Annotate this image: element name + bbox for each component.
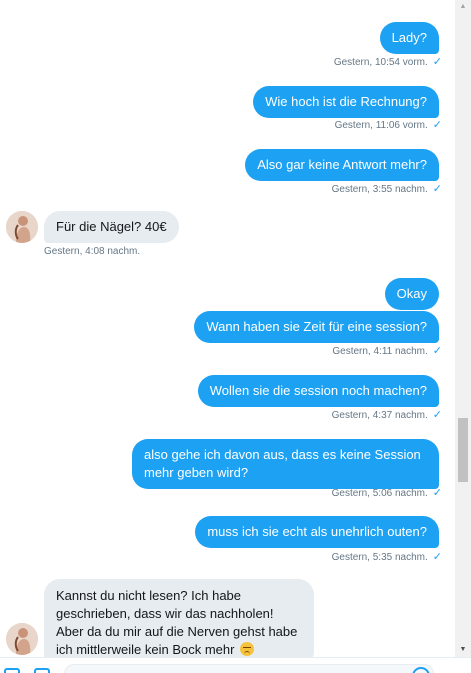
- sent-message[interactable]: Also gar keine Antwort mehr?: [245, 149, 439, 181]
- media-icon[interactable]: [4, 668, 20, 673]
- read-check-icon: ✓: [432, 345, 442, 357]
- timestamp-text: Gestern, 4:37 nachm.: [331, 410, 428, 421]
- conversation-panel[interactable]: Lady? Gestern, 10:54 vorm. ✓ Wie hoch ist…: [0, 0, 455, 657]
- timestamp-text: Gestern, 5:06 nachm.: [331, 488, 428, 499]
- contact-avatar[interactable]: [6, 211, 38, 243]
- sent-message[interactable]: Wann haben sie Zeit für eine session?: [194, 311, 439, 343]
- sent-message[interactable]: Okay: [384, 278, 439, 310]
- timestamp-text: Gestern, 4:11 nachm.: [332, 346, 428, 357]
- sent-message[interactable]: Wie hoch ist die Rechnung?: [253, 86, 439, 118]
- contact-avatar[interactable]: [6, 623, 38, 655]
- read-check-icon: ✓: [432, 487, 442, 499]
- received-message[interactable]: Kannst du nicht lesen? Ich habe geschrie…: [44, 579, 314, 657]
- sent-message[interactable]: also gehe ich davon aus, dass es keine S…: [132, 439, 439, 489]
- message-timestamp: Gestern, 4:37 nachm. ✓: [332, 408, 442, 421]
- read-check-icon: ✓: [432, 56, 442, 68]
- message-timestamp: Gestern, 5:35 nachm. ✓: [332, 550, 442, 563]
- scroll-up-icon[interactable]: ▲: [455, 0, 471, 14]
- message-timestamp: Gestern, 10:54 vorm. ✓: [334, 55, 442, 68]
- received-message[interactable]: Für die Nägel? 40€: [44, 211, 179, 243]
- message-input[interactable]: [64, 664, 434, 673]
- read-check-icon: ✓: [432, 551, 442, 563]
- timestamp-text: Gestern, 10:54 vorm.: [333, 57, 428, 68]
- read-check-icon: ✓: [432, 119, 442, 131]
- message-composer: [0, 657, 471, 673]
- read-check-icon: ✓: [432, 409, 442, 421]
- scrollbar-thumb[interactable]: [458, 418, 468, 482]
- read-check-icon: ✓: [432, 183, 442, 195]
- message-timestamp: Gestern, 3:55 nachm. ✓: [332, 182, 442, 195]
- message-timestamp: Gestern, 11:06 vorm. ✓: [335, 118, 442, 131]
- message-timestamp: Gestern, 4:08 nachm.: [44, 246, 141, 257]
- timestamp-text: Gestern, 11:06 vorm.: [334, 120, 428, 131]
- message-timestamp: Gestern, 4:11 nachm. ✓: [332, 344, 442, 357]
- sent-message[interactable]: Lady?: [379, 22, 439, 54]
- angry-face-icon: [240, 642, 255, 656]
- scroll-down-icon[interactable]: ▼: [455, 643, 471, 657]
- gif-icon[interactable]: [34, 668, 50, 673]
- received-message-text: Kannst du nicht lesen? Ich habe geschrie…: [56, 588, 298, 657]
- message-timestamp: Gestern, 5:06 nachm. ✓: [332, 486, 442, 499]
- sent-message[interactable]: Wollen sie die session noch machen?: [197, 375, 439, 407]
- sent-message[interactable]: muss ich sie echt als unehrlich outen?: [195, 516, 439, 548]
- scrollbar[interactable]: ▲ ▼: [455, 0, 471, 657]
- timestamp-text: Gestern, 3:55 nachm.: [331, 184, 428, 195]
- avatar-image: [6, 211, 38, 243]
- timestamp-text: Gestern, 5:35 nachm.: [331, 552, 428, 563]
- avatar-image: [6, 623, 38, 655]
